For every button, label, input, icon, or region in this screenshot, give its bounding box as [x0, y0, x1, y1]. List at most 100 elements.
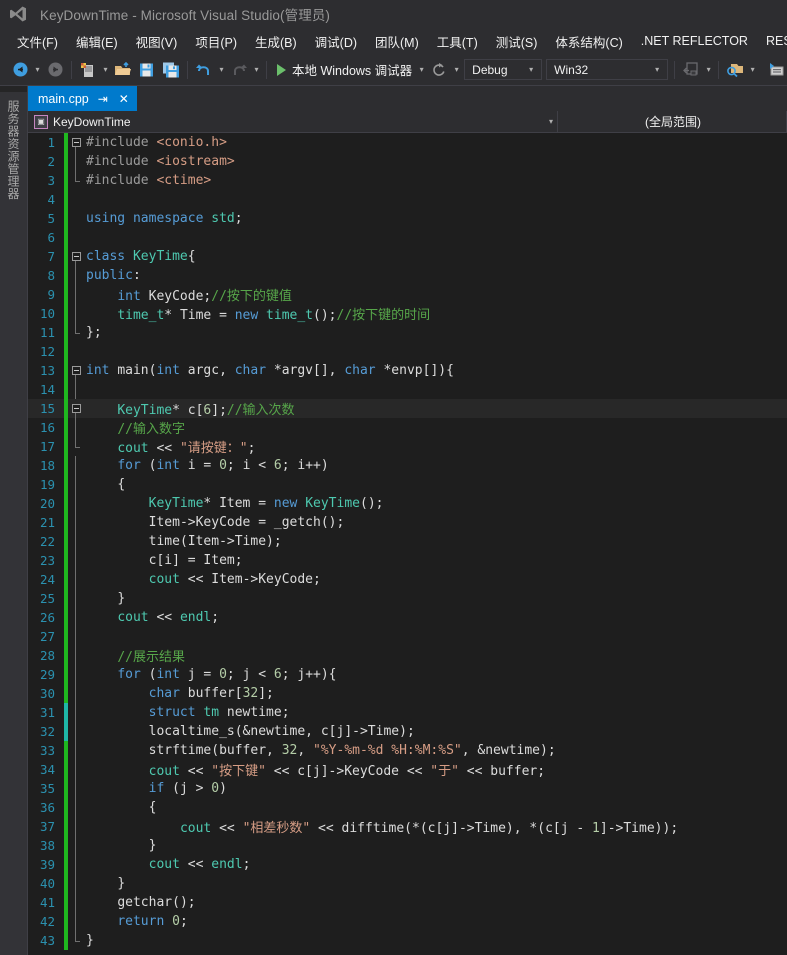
outline-marker[interactable]	[68, 798, 84, 817]
outline-marker[interactable]	[68, 836, 84, 855]
outline-marker[interactable]	[68, 760, 84, 779]
outline-marker[interactable]	[68, 684, 84, 703]
navigate-forward-icon[interactable]	[43, 58, 67, 82]
save-icon[interactable]	[135, 58, 159, 82]
new-file-icon[interactable]	[76, 58, 100, 82]
pin-icon[interactable]: ⇥	[96, 93, 110, 105]
code-line[interactable]: 10 time_t* Time = new time_t();//按下键的时间	[28, 304, 787, 323]
code-line[interactable]: 26 cout << endl;	[28, 608, 787, 627]
step-into-icon[interactable]	[679, 58, 703, 82]
outline-marker[interactable]	[68, 399, 84, 418]
code-line[interactable]: 29 for (int j = 0; j < 6; j++){	[28, 665, 787, 684]
outline-marker[interactable]	[68, 209, 84, 228]
toolbox-icon[interactable]	[764, 58, 787, 82]
menu-test[interactable]: 测试(S)	[487, 29, 547, 54]
menu-edit[interactable]: 编辑(E)	[67, 29, 127, 54]
outline-marker[interactable]	[68, 665, 84, 684]
code-line[interactable]: 21 Item->KeyCode = _getch();	[28, 513, 787, 532]
code-line[interactable]: 2 #include <iostream>	[28, 152, 787, 171]
menu-team[interactable]: 团队(M)	[366, 29, 428, 54]
start-debugging-dropdown[interactable]: ▾	[416, 59, 427, 81]
outline-marker[interactable]	[68, 722, 84, 741]
outline-marker[interactable]	[68, 418, 84, 437]
scope-select[interactable]: (全局范围)	[558, 111, 787, 132]
code-line[interactable]: 32 localtime_s(&newtime, c[j]->Time);	[28, 722, 787, 741]
outline-marker[interactable]	[68, 931, 84, 950]
outline-marker[interactable]	[68, 741, 84, 760]
outline-marker[interactable]	[68, 266, 84, 285]
code-line[interactable]: 5 using namespace std;	[28, 209, 787, 228]
outline-marker[interactable]	[68, 893, 84, 912]
code-line[interactable]: 15 KeyTime* c[6];//输入次数	[28, 399, 787, 418]
navigate-back-icon[interactable]	[8, 58, 32, 82]
refresh-icon[interactable]	[427, 58, 451, 82]
document-tab-main-cpp[interactable]: main.cpp ⇥ ✕	[28, 86, 137, 111]
outline-marker[interactable]	[68, 133, 84, 152]
menu-tools[interactable]: 工具(T)	[428, 29, 487, 54]
outline-marker[interactable]	[68, 475, 84, 494]
code-line[interactable]: 22 time(Item->Time);	[28, 532, 787, 551]
menu-architecture[interactable]: 体系结构(C)	[546, 29, 631, 54]
refresh-dropdown[interactable]: ▾	[451, 59, 462, 81]
solution-configuration-select[interactable]: Debug ▾	[464, 59, 543, 80]
save-all-icon[interactable]	[159, 58, 183, 82]
code-line[interactable]: 25 }	[28, 589, 787, 608]
outline-marker[interactable]	[68, 323, 84, 342]
code-line[interactable]: 8 public:	[28, 266, 787, 285]
code-line[interactable]: 1 #include <conio.h>	[28, 133, 787, 152]
code-line[interactable]: 31 struct tm newtime;	[28, 703, 787, 722]
code-editor[interactable]: 1 #include <conio.h> 2 #include <iostream> 3…	[28, 133, 787, 955]
code-line[interactable]: 4	[28, 190, 787, 209]
outline-marker[interactable]	[68, 855, 84, 874]
menu-file[interactable]: 文件(F)	[8, 29, 67, 54]
code-line[interactable]: 40 }	[28, 874, 787, 893]
close-icon[interactable]: ✕	[117, 93, 131, 105]
code-line[interactable]: 9 int KeyCode;//按下的键值	[28, 285, 787, 304]
code-line[interactable]: 19 {	[28, 475, 787, 494]
menu-view[interactable]: 视图(V)	[127, 29, 187, 54]
outline-marker[interactable]	[68, 285, 84, 304]
menu-net-reflector[interactable]: .NET REFLECTOR	[632, 31, 757, 51]
redo-dropdown[interactable]: ▾	[251, 59, 262, 81]
redo-icon[interactable]	[227, 58, 251, 82]
outline-marker[interactable]	[68, 494, 84, 513]
undo-icon[interactable]	[192, 58, 216, 82]
outline-marker[interactable]	[68, 513, 84, 532]
code-line[interactable]: 43}	[28, 931, 787, 950]
outline-marker[interactable]	[68, 779, 84, 798]
outline-marker[interactable]	[68, 190, 84, 209]
open-file-icon[interactable]	[111, 58, 135, 82]
code-line[interactable]: 35 if (j > 0)	[28, 779, 787, 798]
menu-build[interactable]: 生成(B)	[246, 29, 306, 54]
project-select[interactable]: ▣ KeyDownTime ▾	[28, 111, 558, 132]
code-line[interactable]: 11};	[28, 323, 787, 342]
code-line[interactable]: 38 }	[28, 836, 787, 855]
outline-marker[interactable]	[68, 912, 84, 931]
start-debugging-button[interactable]: 本地 Windows 调试器	[271, 58, 416, 82]
find-dropdown[interactable]: ▾	[747, 59, 758, 81]
code-line[interactable]: 3 #include <ctime>	[28, 171, 787, 190]
outline-marker[interactable]	[68, 627, 84, 646]
menu-debug[interactable]: 调试(D)	[306, 29, 366, 54]
undo-dropdown[interactable]: ▾	[216, 59, 227, 81]
code-line[interactable]: 39 cout << endl;	[28, 855, 787, 874]
outline-marker[interactable]	[68, 874, 84, 893]
code-line[interactable]: 7 class KeyTime{	[28, 247, 787, 266]
outline-marker[interactable]	[68, 171, 84, 190]
outline-marker[interactable]	[68, 570, 84, 589]
code-line[interactable]: 33 strftime(buffer, 32, "%Y-%m-%d %H:%M:…	[28, 741, 787, 760]
code-line[interactable]: 18 for (int i = 0; i < 6; i++)	[28, 456, 787, 475]
outline-marker[interactable]	[68, 361, 84, 380]
outline-marker[interactable]	[68, 456, 84, 475]
outline-marker[interactable]	[68, 342, 84, 361]
code-line[interactable]: 16 //输入数字	[28, 418, 787, 437]
server-explorer-tab[interactable]: 服务器资源管理器	[0, 92, 27, 955]
code-line[interactable]: 13 int main(int argc, char *argv[], char …	[28, 361, 787, 380]
outline-marker[interactable]	[68, 532, 84, 551]
find-in-files-icon[interactable]	[723, 58, 747, 82]
code-line[interactable]: 28 //展示结果	[28, 646, 787, 665]
navigate-back-dropdown[interactable]: ▾	[32, 59, 43, 81]
solution-platform-select[interactable]: Win32 ▾	[546, 59, 669, 80]
code-line[interactable]: 20 KeyTime* Item = new KeyTime();	[28, 494, 787, 513]
code-line[interactable]: 41 getchar();	[28, 893, 787, 912]
